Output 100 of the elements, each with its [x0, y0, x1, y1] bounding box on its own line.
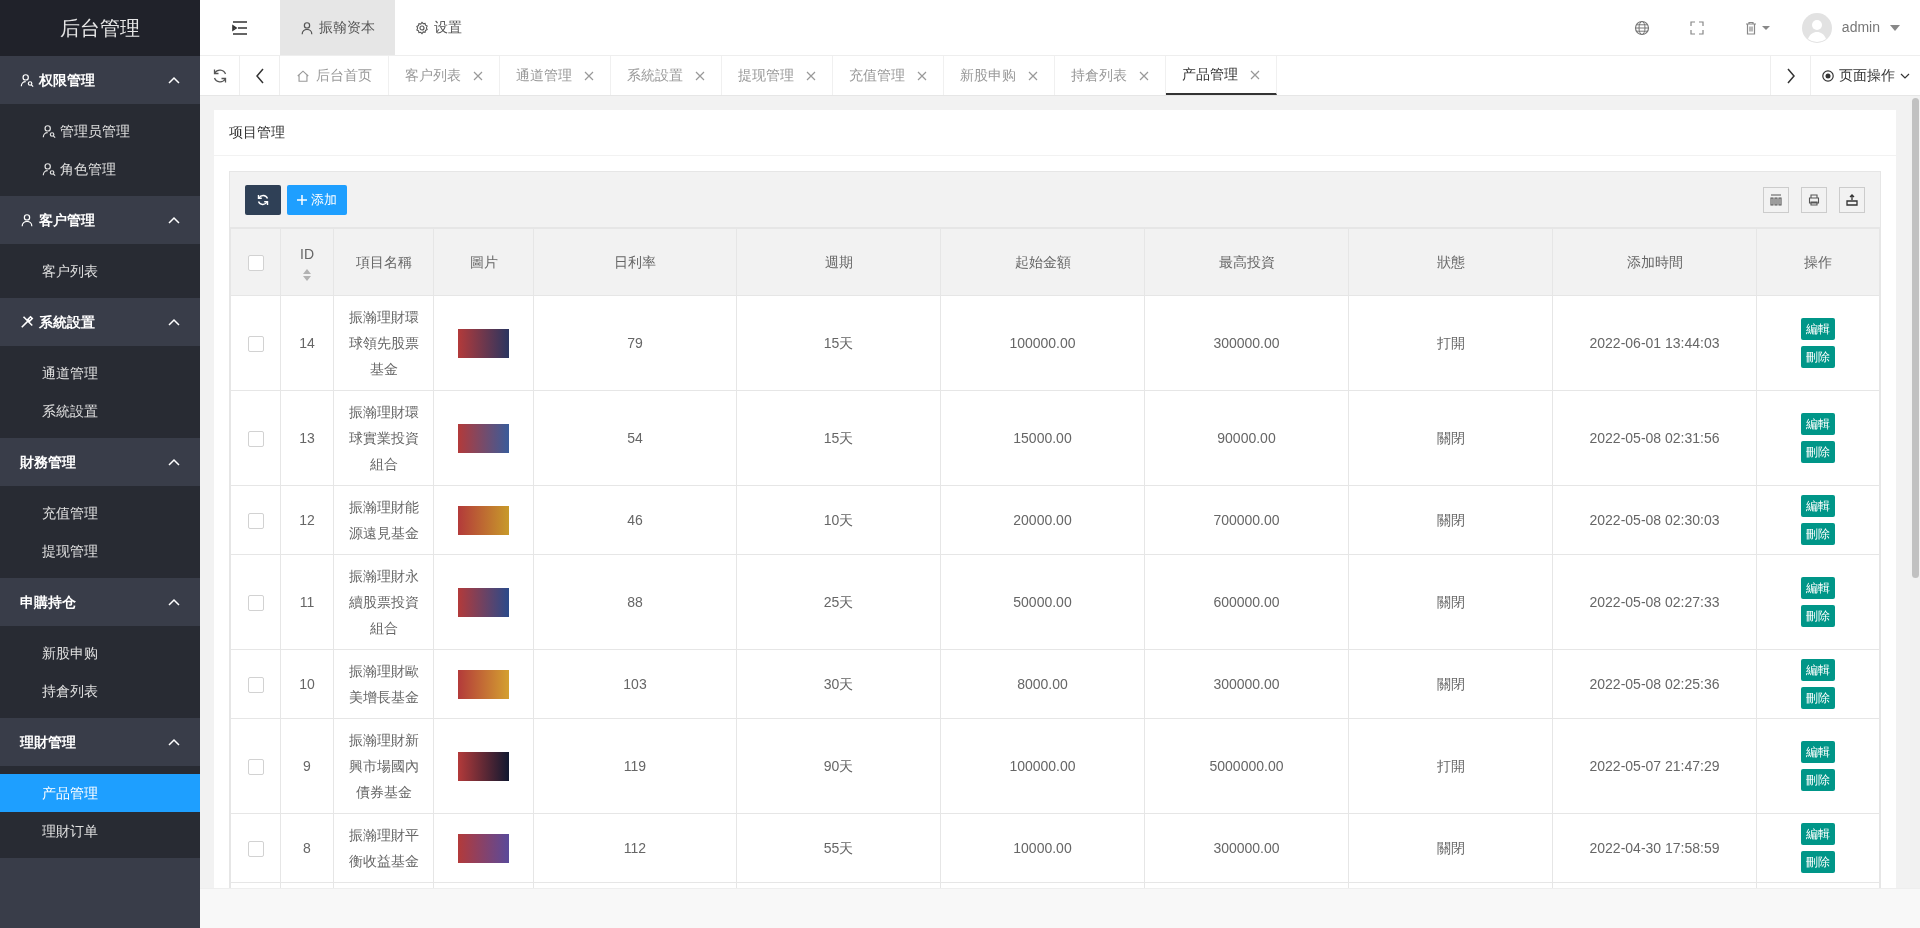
- checkbox[interactable]: [247, 335, 264, 352]
- photo-placeholder: [458, 328, 509, 358]
- close-icon[interactable]: [473, 70, 483, 81]
- edit-button[interactable]: 編輯: [1801, 318, 1835, 340]
- tab[interactable]: 充值管理: [833, 56, 944, 95]
- columns-icon: [1769, 192, 1783, 207]
- delete-button[interactable]: 刪除: [1801, 523, 1835, 545]
- export-button[interactable]: [1839, 186, 1865, 213]
- table-cell: 54: [627, 429, 643, 446]
- table-cell: 79: [627, 334, 643, 351]
- sidebar-item[interactable]: 新股申购: [0, 634, 200, 672]
- delete-button[interactable]: 刪除: [1801, 346, 1835, 368]
- edit-button[interactable]: 編輯: [1801, 413, 1835, 435]
- tab[interactable]: 系統設置: [611, 56, 722, 95]
- chevron-up-icon: [168, 76, 180, 84]
- table-cell: 2022-05-08 02:27:33: [1589, 593, 1720, 610]
- close-icon[interactable]: [917, 70, 927, 81]
- table-cell: 10: [299, 675, 315, 692]
- table-cell: 打開: [1436, 757, 1465, 774]
- checkbox[interactable]: [247, 840, 264, 857]
- checkbox[interactable]: [247, 512, 264, 529]
- checkbox[interactable]: [247, 758, 264, 775]
- close-icon[interactable]: [1250, 69, 1260, 80]
- sidebar-item[interactable]: 产品管理: [0, 774, 200, 812]
- delete-button[interactable]: 刪除: [1801, 441, 1835, 463]
- chevron-right-icon: [1785, 67, 1796, 84]
- checkbox[interactable]: [247, 430, 264, 447]
- sidebar-item[interactable]: 充值管理: [0, 494, 200, 532]
- tab[interactable]: 通道管理: [500, 56, 611, 95]
- tab[interactable]: 提现管理: [722, 56, 833, 95]
- sort-icon[interactable]: [303, 268, 311, 281]
- home-icon: [296, 68, 310, 83]
- delete-button[interactable]: 刪除: [1801, 769, 1835, 791]
- sidebar-item[interactable]: 系統設置: [0, 392, 200, 430]
- delete-button[interactable]: 刪除: [1801, 851, 1835, 873]
- print-icon: [1807, 192, 1821, 207]
- sidebar-item[interactable]: 通道管理: [0, 354, 200, 392]
- user-icon: [300, 20, 314, 35]
- caret-icon: [1890, 24, 1900, 31]
- sidebar-item[interactable]: 提现管理: [0, 532, 200, 570]
- table-cell: 103: [623, 675, 647, 692]
- card-title: 项目管理: [229, 123, 285, 142]
- close-icon[interactable]: [1139, 70, 1149, 81]
- edit-button[interactable]: 編輯: [1801, 495, 1835, 517]
- table-cell: 14: [299, 334, 315, 351]
- add-button[interactable]: 添加: [287, 184, 347, 215]
- user-key-icon: [42, 124, 56, 138]
- table-cell: 2022-05-07 21:47:29: [1589, 757, 1720, 774]
- checkbox[interactable]: [247, 254, 264, 271]
- page-actions-dropdown[interactable]: 页面操作: [1810, 56, 1920, 95]
- header-nav-item[interactable]: 振翰资本: [280, 0, 395, 55]
- chevron-up-icon: [168, 598, 180, 606]
- table-cell: 112: [623, 839, 647, 856]
- close-icon[interactable]: [806, 70, 816, 81]
- columns-button[interactable]: [1763, 186, 1789, 213]
- delete-button[interactable]: 刪除: [1801, 687, 1835, 709]
- globe-icon[interactable]: [1633, 19, 1650, 36]
- close-icon[interactable]: [695, 70, 705, 81]
- trash-icon[interactable]: [1743, 20, 1772, 35]
- table-cell: 8: [303, 839, 311, 856]
- chevron-up-icon: [168, 458, 180, 466]
- close-icon[interactable]: [584, 70, 594, 81]
- edit-button[interactable]: 編輯: [1801, 741, 1835, 763]
- tab[interactable]: 持倉列表: [1055, 56, 1166, 95]
- tab[interactable]: 客户列表: [389, 56, 500, 95]
- sidebar-item[interactable]: 角色管理: [0, 150, 200, 188]
- chevron-up-icon: [168, 216, 180, 224]
- table-cell: 振瀚理財歐美增長基金: [348, 663, 419, 705]
- sidebar-item[interactable]: 管理员管理: [0, 112, 200, 150]
- table-cell: 30天: [823, 675, 854, 692]
- edit-button[interactable]: 編輯: [1801, 823, 1835, 845]
- refresh-button[interactable]: [245, 184, 281, 215]
- fullscreen-icon[interactable]: [1689, 20, 1704, 35]
- table-cell: 關閉: [1436, 429, 1465, 446]
- edit-button[interactable]: 編輯: [1801, 659, 1835, 681]
- tab[interactable]: 产品管理: [1166, 56, 1277, 95]
- table-cell: 振瀚理財新興市場國內債券基金: [348, 732, 419, 800]
- table-cell: 13: [299, 429, 315, 446]
- column-header: 操作: [1804, 252, 1832, 272]
- table-cell: 300000.00: [1213, 334, 1280, 351]
- table-cell: 2022-04-30 17:58:59: [1589, 839, 1720, 856]
- table-cell: 15000.00: [1013, 429, 1072, 446]
- column-header: 項目名稱: [355, 252, 412, 272]
- delete-button[interactable]: 刪除: [1801, 605, 1835, 627]
- tab[interactable]: 后台首页: [280, 56, 389, 95]
- table-cell: 88: [627, 593, 643, 610]
- user-menu[interactable]: admin: [1801, 12, 1900, 43]
- table-cell: 2022-05-08 02:31:56: [1589, 429, 1720, 446]
- checkbox[interactable]: [247, 594, 264, 611]
- checkbox[interactable]: [247, 676, 264, 693]
- table-cell: 100000.00: [1009, 334, 1076, 351]
- sidebar-item[interactable]: 理財订单: [0, 812, 200, 850]
- sidebar-item[interactable]: 持倉列表: [0, 672, 200, 710]
- print-button[interactable]: [1801, 186, 1827, 213]
- edit-button[interactable]: 編輯: [1801, 577, 1835, 599]
- menu-icon[interactable]: [232, 20, 248, 35]
- close-icon[interactable]: [1028, 70, 1038, 81]
- header-nav-item[interactable]: 设置: [395, 0, 482, 55]
- tab[interactable]: 新股申购: [944, 56, 1055, 95]
- chevron-down-icon: [1899, 72, 1910, 79]
